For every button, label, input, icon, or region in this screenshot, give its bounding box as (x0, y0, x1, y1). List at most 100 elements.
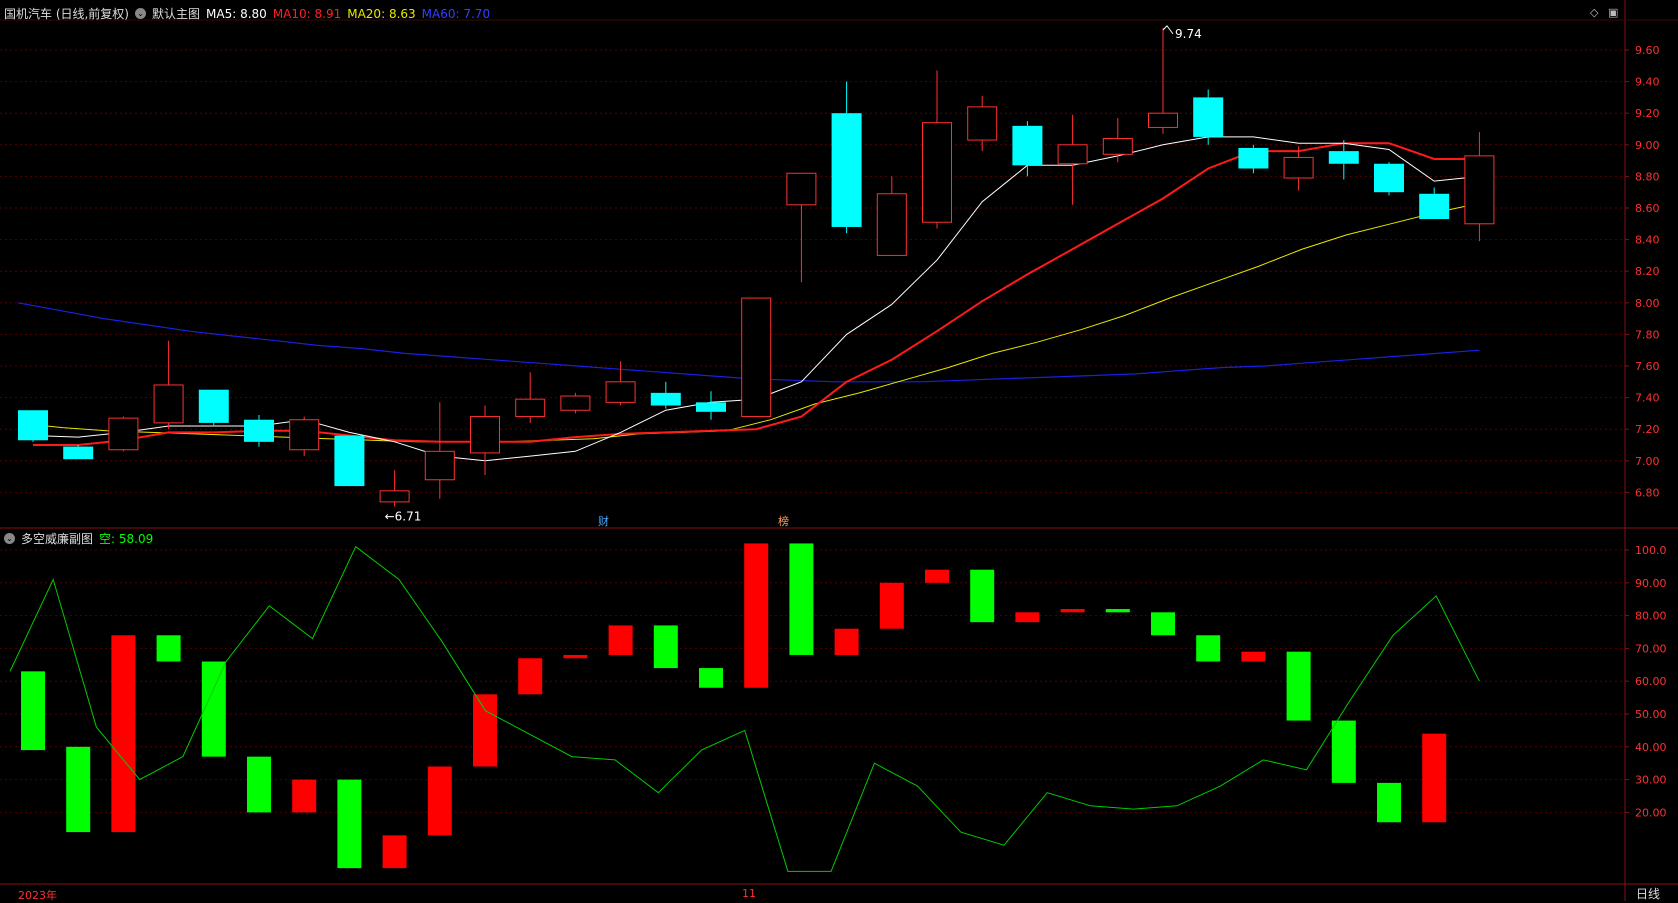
indicator-bar (337, 779, 362, 869)
candle (1419, 187, 1450, 220)
candle (605, 361, 636, 406)
candle-body (424, 450, 455, 481)
candle (1374, 162, 1404, 196)
financial-marker[interactable]: 财 (598, 513, 609, 529)
indicator-tick-label: 100.0 (1635, 544, 1667, 557)
candle-body (470, 416, 500, 454)
ma5-value: 8.80 (240, 6, 267, 21)
price-tick-label: 9.40 (1635, 76, 1660, 89)
indicator-bar (1015, 612, 1040, 623)
candle-body (650, 392, 681, 406)
sub-chart-header: ⌄ 多空威廉副图 空: 58.09 (4, 530, 153, 547)
candle-body (967, 106, 998, 141)
ranking-marker[interactable]: 榜 (778, 513, 789, 529)
candle-body (1283, 156, 1314, 179)
candle (696, 391, 726, 420)
indicator-bar (473, 694, 497, 767)
indicator-bar (66, 746, 91, 833)
indicator-bar (111, 635, 136, 833)
candle-body (334, 435, 365, 487)
indicator-bar (201, 661, 226, 757)
indicator-tick-label: 30.00 (1635, 774, 1667, 787)
indicator-bar (789, 543, 814, 655)
candle (831, 81, 862, 234)
candle (1057, 114, 1088, 205)
candle-body (696, 402, 726, 412)
candle-body (379, 490, 410, 503)
indicator-tick-label: 90.00 (1635, 577, 1667, 590)
collapse-icon[interactable]: ⌄ (135, 8, 146, 19)
candle (108, 416, 139, 452)
chart-canvas: 9.60 9.40 9.20 9.00 8.80 8.60 8.40 8.20 8.00 7.80… (0, 0, 1678, 901)
indicator-bar (247, 756, 271, 813)
sub-chart-title[interactable]: 多空威廉副图 (21, 530, 93, 547)
price-tick-label: 7.40 (1635, 392, 1660, 405)
candle-body (153, 384, 184, 424)
indicator-bar (699, 668, 723, 688)
candle (1012, 121, 1043, 177)
candle-body (244, 419, 274, 442)
indicator-bar (653, 625, 678, 669)
candle-body (1148, 112, 1178, 128)
candle (650, 381, 681, 409)
price-tick-label: 9.20 (1635, 107, 1660, 120)
candle (18, 410, 48, 442)
candle-body (1464, 155, 1495, 225)
price-tick-label: 9.00 (1635, 139, 1660, 152)
candle (63, 445, 94, 460)
indicator-bar (427, 766, 452, 836)
indicator-bar (1377, 782, 1401, 823)
candle-body (1328, 151, 1359, 164)
price-tick-label: 8.20 (1635, 265, 1660, 278)
stock-title[interactable]: 国机汽车 (日线,前复权) (4, 5, 129, 22)
candle (1283, 146, 1314, 191)
candle (198, 389, 229, 427)
indicator-tick-label: 20.00 (1635, 806, 1667, 819)
indicator-bar (1331, 720, 1356, 783)
candle (560, 392, 591, 414)
price-tick-label: 8.40 (1635, 234, 1660, 247)
candle-body (289, 419, 320, 451)
candle-body (515, 398, 546, 418)
indicator-bar (834, 628, 859, 655)
sub-collapse-icon[interactable]: ⌄ (4, 533, 15, 544)
price-axis: 9.60 9.40 9.20 9.00 8.80 8.60 8.40 8.20 8.00 7.80… (1625, 44, 1667, 819)
price-tick-label: 7.80 (1635, 328, 1660, 341)
chart-menu[interactable]: 默认主图 (152, 5, 200, 22)
price-tick-label: 8.00 (1635, 297, 1660, 310)
annotations: ←6.71 9.74 (385, 25, 1202, 524)
candle-body (741, 297, 772, 418)
candlestick-series (18, 27, 1495, 507)
diamond-icon[interactable]: ◇ (1590, 6, 1598, 19)
candle (786, 172, 817, 283)
candle-body (605, 381, 636, 403)
ma20-label: MA20: (347, 6, 386, 21)
candle (424, 402, 455, 499)
candle-body (786, 172, 817, 206)
indicator-tick-label: 40.00 (1635, 741, 1667, 754)
indicator-tick-label: 80.00 (1635, 610, 1667, 623)
indicator-bar (1151, 612, 1175, 636)
restore-icon[interactable]: ▣ (1608, 6, 1618, 19)
candle-body (1419, 193, 1450, 220)
main-chart-header: 国机汽车 (日线,前复权) ⌄ 默认主图 MA5: 8.80 MA10: 8.9… (4, 5, 490, 22)
williams-indicator (9, 543, 1480, 872)
indicator-bar (1422, 733, 1447, 823)
period-tab[interactable]: 日线 (1636, 885, 1660, 902)
price-tick-label: 7.00 (1635, 455, 1660, 468)
indicator-value: 58.09 (118, 532, 154, 546)
candle-body (876, 193, 907, 256)
ma10-label: MA10: (272, 6, 311, 21)
ma60-value: 7.70 (463, 6, 491, 21)
indicator-bar (563, 654, 588, 659)
indicator-label: 空: (99, 532, 116, 546)
candle (334, 435, 365, 487)
candle (153, 340, 184, 430)
indicator-bar (744, 543, 769, 688)
ma10-value: 8.91 (314, 6, 342, 21)
indicator-bar (879, 582, 904, 629)
ma20-value: 8.63 (388, 6, 416, 21)
indicator-bar (925, 569, 949, 583)
candle-body (1374, 163, 1404, 193)
candle-body (18, 410, 48, 441)
